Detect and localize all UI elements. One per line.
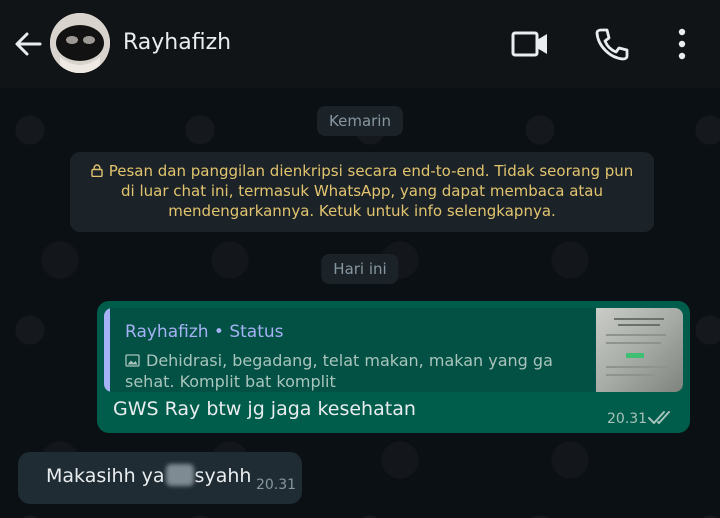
quote-text: Dehidrasi, begadang, telat makan, makan … (125, 350, 580, 392)
image-icon (125, 354, 140, 367)
quote-author: Rayhafizh • Status (125, 322, 284, 342)
outgoing-message-bubble[interactable]: Rayhafizh • Status Dehidrasi, begadang, … (97, 301, 690, 433)
message-text-before: Makasihh ya (46, 465, 165, 487)
read-receipt-icon (648, 411, 670, 424)
back-button[interactable] (10, 26, 46, 62)
redacted-word (165, 464, 194, 486)
avatar-image (50, 13, 110, 73)
message-text: Makasihh ya syahh (46, 464, 251, 487)
date-separator-yesterday: Kemarin (317, 106, 403, 136)
voice-call-button[interactable] (592, 24, 632, 64)
quoted-status-reply[interactable]: Rayhafizh • Status Dehidrasi, begadang, … (104, 308, 683, 392)
more-options-button[interactable] (662, 24, 702, 64)
back-arrow-icon (15, 32, 42, 56)
date-separator-today: Hari ini (321, 254, 399, 284)
video-call-icon (511, 31, 547, 57)
message-time: 20.31 (256, 477, 297, 493)
lock-icon (91, 164, 103, 177)
message-text-after: syahh (194, 465, 252, 487)
contact-name[interactable]: Rayhafizh (123, 30, 231, 55)
encryption-notice-text: Pesan dan panggilan dienkripsi secara en… (108, 162, 634, 220)
quote-accent-bar (104, 308, 110, 392)
status-thumbnail (596, 308, 683, 392)
message-text: GWS Ray btw jg jaga kesehatan (113, 398, 416, 420)
incoming-message-bubble[interactable]: Makasihh ya syahh 20.31 (18, 452, 302, 504)
more-vertical-icon (678, 28, 686, 60)
quote-text-content: Dehidrasi, begadang, telat makan, makan … (125, 351, 553, 391)
encryption-notice[interactable]: Pesan dan panggilan dienkripsi secara en… (70, 152, 654, 232)
video-call-button[interactable] (510, 24, 550, 64)
avatar[interactable] (50, 13, 110, 73)
phone-icon (595, 28, 629, 61)
message-time: 20.31 (607, 411, 648, 427)
chat-header: Rayhafizh (0, 0, 720, 88)
